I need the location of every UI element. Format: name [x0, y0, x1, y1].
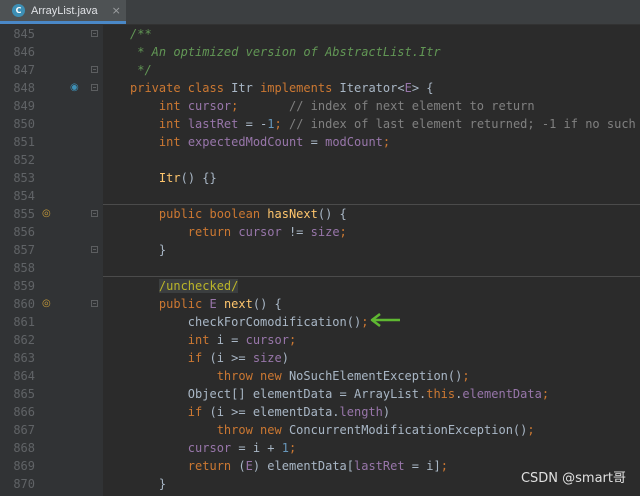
- override-icon[interactable]: ◎: [42, 295, 51, 313]
- code-text: }: [130, 477, 167, 491]
- code-text: if (i >= elementData.length): [187, 405, 391, 419]
- code-text: int cursor; // index of next element to …: [158, 99, 535, 113]
- code-line[interactable]: 866 if (i >= elementData.length): [0, 403, 640, 421]
- code-line[interactable]: 849 int cursor; // index of next element…: [0, 97, 640, 115]
- code-text: private class Itr implements Iterator<E>…: [130, 81, 434, 95]
- line-number: 855: [13, 207, 35, 221]
- line-number: 846: [13, 45, 35, 59]
- fold-toggle-icon[interactable]: [91, 66, 98, 73]
- code-text: public E next() {: [158, 297, 282, 311]
- line-number: 851: [13, 135, 35, 149]
- line-number: 866: [13, 405, 35, 419]
- line-number: 865: [13, 387, 35, 401]
- code-text: int lastRet = -1; // index of last eleme…: [158, 117, 636, 131]
- line-number: 863: [13, 351, 35, 365]
- code-text: return (E) elementData[lastRet = i];: [187, 459, 448, 473]
- code-line[interactable]: 862 int i = cursor;: [0, 331, 640, 349]
- line-number: 870: [13, 477, 35, 491]
- line-number: 858: [13, 261, 35, 275]
- code-text: public boolean hasNext() {: [158, 207, 347, 221]
- line-number: 853: [13, 171, 35, 185]
- line-number: 848: [13, 81, 35, 95]
- code-line[interactable]: 855 ◎ public boolean hasNext() {: [0, 205, 640, 223]
- code-line[interactable]: 856 return cursor != size;: [0, 223, 640, 241]
- code-text: throw new NoSuchElementException();: [216, 369, 470, 383]
- editor-tab-bar: C ArrayList.java ×: [0, 0, 640, 25]
- fold-toggle-icon[interactable]: [91, 300, 98, 307]
- code-line[interactable]: 852: [0, 151, 640, 169]
- line-number: 852: [13, 153, 35, 167]
- override-icon[interactable]: ◎: [42, 205, 51, 223]
- code-line[interactable]: 865 Object[] elementData = ArrayList.thi…: [0, 385, 640, 403]
- line-number: 847: [13, 63, 35, 77]
- close-icon[interactable]: ×: [112, 4, 121, 17]
- code-text: return cursor != size;: [187, 225, 347, 239]
- implementation-icon[interactable]: ◉: [70, 79, 79, 97]
- code-line[interactable]: 850 int lastRet = -1; // index of last e…: [0, 115, 640, 133]
- fold-toggle-icon[interactable]: [91, 246, 98, 253]
- code-text: Object[] elementData = ArrayList.this.el…: [130, 387, 550, 401]
- code-text: */: [130, 63, 152, 77]
- code-text: /**: [130, 27, 152, 41]
- line-number: 845: [13, 27, 35, 41]
- code-line[interactable]: 861 checkForComodification();: [0, 313, 640, 331]
- line-number: 862: [13, 333, 35, 347]
- java-class-icon: C: [12, 4, 25, 17]
- code-line[interactable]: 857 }: [0, 241, 640, 259]
- code-text: checkForComodification();: [130, 315, 369, 329]
- line-number: 867: [13, 423, 35, 437]
- fold-toggle-icon[interactable]: [91, 30, 98, 37]
- code-editor[interactable]: 845 /** 846 * An optimized version of Abst…: [0, 25, 640, 496]
- code-line[interactable]: 863 if (i >= size): [0, 349, 640, 367]
- code-line[interactable]: 859 /unchecked/: [0, 277, 640, 295]
- code-text: int i = cursor;: [187, 333, 297, 347]
- code-text: * An optimized version of AbstractList.I…: [130, 45, 441, 59]
- fold-toggle-icon[interactable]: [91, 84, 98, 91]
- code-line[interactable]: 868 cursor = i + 1;: [0, 439, 640, 457]
- line-number: 854: [13, 189, 35, 203]
- code-line[interactable]: 853 Itr() {}: [0, 169, 640, 187]
- line-number: 859: [13, 279, 35, 293]
- fold-toggle-icon[interactable]: [91, 210, 98, 217]
- code-text: /unchecked/: [158, 279, 239, 293]
- code-text: int expectedModCount = modCount;: [158, 135, 391, 149]
- line-number: 860: [13, 297, 35, 311]
- tab-arraylist-java[interactable]: C ArrayList.java ×: [0, 0, 126, 24]
- code-line[interactable]: 867 throw new ConcurrentModificationExce…: [0, 421, 640, 439]
- tab-label: ArrayList.java: [31, 4, 98, 17]
- code-line[interactable]: 860 ◎ public E next() {: [0, 295, 640, 313]
- line-number: 868: [13, 441, 35, 455]
- code-line[interactable]: 845 /**: [0, 25, 640, 43]
- code-text: Itr() {}: [158, 171, 217, 185]
- line-number: 849: [13, 99, 35, 113]
- line-number: 856: [13, 225, 35, 239]
- code-line[interactable]: 848 ◉ private class Itr implements Iterato…: [0, 79, 640, 97]
- code-text: cursor = i + 1;: [187, 441, 297, 455]
- line-number: 869: [13, 459, 35, 473]
- code-line[interactable]: 858: [0, 259, 640, 277]
- code-text: if (i >= size): [187, 351, 289, 365]
- line-number: 850: [13, 117, 35, 131]
- code-line[interactable]: 864 throw new NoSuchElementException();: [0, 367, 640, 385]
- watermark: CSDN @smart哥: [520, 471, 626, 486]
- code-line[interactable]: 847 */: [0, 61, 640, 79]
- line-number: 857: [13, 243, 35, 257]
- arrow-annotation-icon: [370, 313, 400, 327]
- code-line[interactable]: 851 int expectedModCount = modCount;: [0, 133, 640, 151]
- code-line[interactable]: 854: [0, 187, 640, 205]
- code-text: }: [130, 243, 167, 257]
- line-number: 864: [13, 369, 35, 383]
- code-line[interactable]: 846 * An optimized version of AbstractLi…: [0, 43, 640, 61]
- line-number: 861: [13, 315, 35, 329]
- code-text: throw new ConcurrentModificationExceptio…: [216, 423, 535, 437]
